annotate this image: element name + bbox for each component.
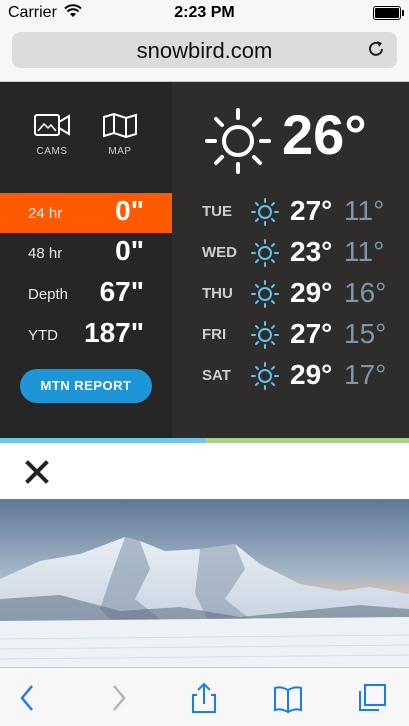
back-icon[interactable] [12, 682, 44, 714]
forecast-high: 29° [290, 277, 333, 308]
forecast-high: 23° [290, 236, 333, 267]
url-text[interactable]: snowbird.com [12, 38, 397, 64]
snow-label: YTD [28, 327, 58, 344]
snow-value: 0" [115, 235, 144, 266]
snow-row-depth: Depth 67" [0, 274, 172, 314]
sun-icon [251, 239, 279, 267]
battery-icon [373, 6, 404, 20]
forecast-day: WED [202, 244, 237, 261]
forecast-low: 11° [344, 195, 385, 226]
forward-icon[interactable] [102, 682, 134, 714]
conditions-widget: CAMS MAP 24 hr 0" 48 hr 0" Depth 67" YTD… [0, 82, 409, 438]
bookmarks-icon[interactable] [272, 682, 304, 714]
cams-label: CAMS [36, 146, 68, 157]
forecast-row: WED 23° 11° [172, 232, 409, 272]
mtn-report-button[interactable]: MTN REPORT [20, 369, 152, 403]
forecast-high: 27° [290, 195, 333, 226]
snow-value: 67" [99, 276, 144, 307]
snowbird-mobile-page: Carrier 2:23 PM snowbird.com CAMS MAP 24… [0, 0, 409, 726]
mountain-photo [0, 499, 409, 667]
snow-row-ytd: YTD 187" [0, 315, 172, 355]
video-camera-icon [34, 114, 70, 136]
sun-icon [205, 108, 271, 174]
close-icon[interactable] [24, 459, 50, 485]
snow-panel: CAMS MAP 24 hr 0" 48 hr 0" Depth 67" YTD… [0, 82, 172, 438]
map-icon [103, 112, 137, 138]
status-bar: Carrier 2:23 PM [0, 0, 409, 26]
current-temperature: 26° [282, 103, 367, 166]
share-icon[interactable] [188, 682, 220, 714]
snow-row-48hr: 48 hr 0" [0, 233, 172, 273]
sun-icon [251, 280, 279, 308]
forecast-row: FRI 27° 15° [172, 314, 409, 354]
menu-bar [0, 443, 409, 499]
cams-button[interactable]: CAMS [26, 112, 78, 157]
browser-chrome: snowbird.com [0, 26, 409, 82]
snow-label: Depth [28, 286, 69, 303]
forecast-row: SAT 29° 17° [172, 355, 409, 395]
map-button[interactable]: MAP [94, 112, 146, 157]
forecast-low: 16° [344, 277, 387, 308]
snow-row-24hr: 24 hr 0" [0, 193, 172, 233]
sun-icon [251, 321, 279, 349]
sun-icon [251, 362, 279, 390]
sun-icon [251, 198, 279, 226]
forecast-row: THU 29° 16° [172, 273, 409, 313]
forecast-high: 29° [290, 359, 333, 390]
map-label: MAP [108, 146, 132, 157]
snow-value: 0" [115, 195, 144, 226]
address-bar[interactable]: snowbird.com [12, 32, 397, 68]
forecast-low: 11° [344, 236, 385, 267]
reload-icon[interactable] [365, 38, 387, 60]
browser-toolbar [0, 667, 409, 726]
snow-label: 48 hr [28, 245, 63, 262]
forecast-day: FRI [202, 326, 227, 343]
snow-label: 24 hr [28, 205, 63, 222]
forecast-day: TUE [202, 203, 232, 220]
forecast-row: TUE 27° 11° [172, 191, 409, 231]
forecast-day: THU [202, 285, 233, 302]
tabs-icon[interactable] [356, 682, 388, 714]
forecast-day: SAT [202, 367, 231, 384]
clock: 2:23 PM [174, 4, 235, 21]
forecast-low: 17° [344, 359, 387, 390]
snow-value: 187" [84, 317, 144, 348]
forecast-high: 27° [290, 318, 333, 349]
forecast-low: 15° [344, 318, 387, 349]
